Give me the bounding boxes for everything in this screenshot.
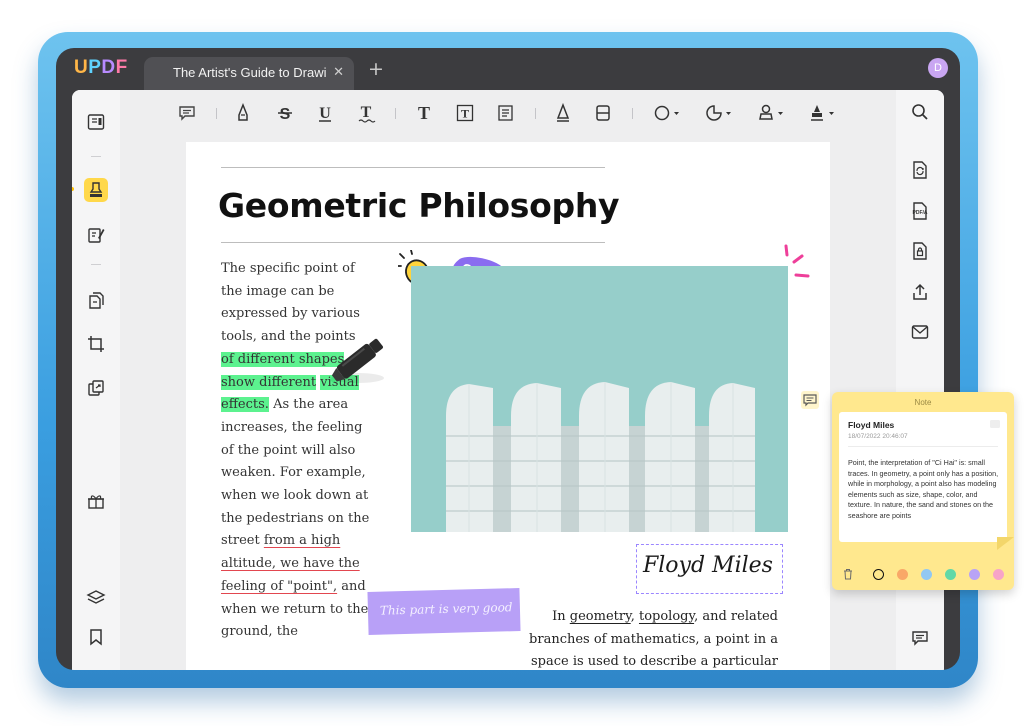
sidebar-divider bbox=[91, 264, 101, 265]
comment-icon[interactable] bbox=[176, 102, 198, 124]
text-callout-icon[interactable] bbox=[494, 102, 516, 124]
document-tab[interactable]: The Artist's Guide to Drawi ✕ bbox=[144, 57, 354, 90]
textbox-icon[interactable]: T bbox=[454, 102, 476, 124]
toolbar-separator bbox=[395, 108, 396, 119]
signature-icon[interactable] bbox=[807, 102, 837, 124]
heading-rule-bottom bbox=[221, 242, 605, 243]
text-icon[interactable]: T bbox=[413, 102, 435, 124]
edit-pdf-icon[interactable] bbox=[84, 223, 108, 247]
toolbar-separator bbox=[535, 108, 536, 119]
title-bar: UPDF The Artist's Guide to Drawi ✕ + D bbox=[56, 48, 960, 90]
pdf-page: Geometric Philosophy The specific point … bbox=[186, 142, 830, 670]
highlighter-marker-sticker[interactable] bbox=[322, 332, 394, 388]
area-icon[interactable] bbox=[704, 102, 734, 124]
toolbar-separator bbox=[216, 108, 217, 119]
paragraph-text: As the area increases, the feeling of th… bbox=[221, 397, 370, 549]
note-corner-fold bbox=[997, 537, 1014, 550]
highlighter-icon[interactable] bbox=[84, 178, 108, 202]
pencil-icon[interactable] bbox=[552, 102, 574, 124]
logo-letter: P bbox=[88, 57, 102, 78]
paragraph-text: , bbox=[630, 609, 639, 624]
logo-letter: F bbox=[115, 57, 128, 78]
squiggly-icon[interactable]: T bbox=[355, 102, 377, 124]
note-card[interactable]: Floyd Miles 18/07/2022 20:46:07 Point, t… bbox=[839, 412, 1014, 550]
new-tab-button[interactable]: + bbox=[368, 58, 384, 80]
note-date: 18/07/2022 20:46:07 bbox=[848, 433, 908, 440]
svg-text:T: T bbox=[361, 104, 372, 121]
stamp-icon[interactable] bbox=[756, 102, 786, 124]
heading-rule-top bbox=[221, 167, 605, 168]
layers-icon[interactable] bbox=[84, 586, 108, 610]
note-popup[interactable]: Note Floyd Miles 18/07/2022 20:46:07 Poi… bbox=[832, 392, 1014, 590]
pdfa-icon[interactable]: PDF/A bbox=[908, 199, 932, 223]
note-anchor-icon[interactable] bbox=[800, 390, 820, 410]
gift-icon[interactable] bbox=[84, 489, 108, 513]
tab-title: The Artist's Guide to Drawi bbox=[173, 65, 327, 80]
tab-close-button[interactable]: ✕ bbox=[333, 64, 344, 80]
emphasis-lines-icon bbox=[784, 244, 810, 278]
highlighted-text[interactable]: show different bbox=[221, 374, 317, 390]
note-divider bbox=[848, 446, 998, 447]
active-indicator bbox=[72, 187, 74, 191]
second-paragraph[interactable]: In geometry, topology, and related branc… bbox=[528, 606, 778, 670]
convert-icon[interactable] bbox=[84, 376, 108, 400]
note-color-swatch[interactable] bbox=[945, 569, 956, 580]
underlined-text[interactable]: geometry bbox=[570, 609, 631, 624]
trash-icon[interactable] bbox=[842, 568, 854, 580]
app-content: S U T T T Geometric Philosophy The speci… bbox=[72, 90, 944, 670]
signature-box[interactable]: Floyd Miles bbox=[636, 544, 783, 594]
svg-text:PDF/A: PDF/A bbox=[913, 210, 928, 216]
app-window: UPDF The Artist's Guide to Drawi ✕ + D S… bbox=[56, 48, 960, 670]
toolbar-separator bbox=[632, 108, 633, 119]
svg-text:T: T bbox=[461, 107, 469, 121]
search-icon[interactable] bbox=[908, 100, 932, 124]
underline-icon[interactable]: U bbox=[314, 102, 336, 124]
shape-icon[interactable] bbox=[652, 102, 682, 124]
note-color-swatch[interactable] bbox=[873, 569, 884, 580]
underlined-text[interactable]: topology bbox=[639, 609, 694, 624]
email-icon[interactable] bbox=[908, 320, 932, 344]
user-avatar[interactable]: D bbox=[928, 58, 948, 78]
body-paragraph[interactable]: The specific point of the image can be e… bbox=[221, 258, 371, 644]
bookmark-icon[interactable] bbox=[84, 625, 108, 649]
purple-text-note[interactable]: This part is very good bbox=[367, 588, 521, 635]
svg-text:U: U bbox=[319, 105, 331, 122]
logo-letter: D bbox=[101, 57, 116, 78]
share-icon[interactable] bbox=[908, 280, 932, 304]
note-color-swatch[interactable] bbox=[897, 569, 908, 580]
organize-pages-icon[interactable] bbox=[84, 289, 108, 313]
protect-icon[interactable] bbox=[908, 239, 932, 263]
note-body[interactable]: Point, the interpretation of "Ci Hai" is… bbox=[848, 458, 1000, 522]
building-photo[interactable] bbox=[411, 266, 788, 532]
paragraph-text: In bbox=[552, 609, 570, 624]
strikethrough-icon[interactable]: S bbox=[274, 102, 296, 124]
note-author: Floyd Miles bbox=[848, 420, 895, 430]
svg-text:T: T bbox=[418, 103, 430, 123]
eraser-icon[interactable] bbox=[592, 102, 614, 124]
highlight-icon[interactable] bbox=[232, 102, 254, 124]
note-color-swatch[interactable] bbox=[921, 569, 932, 580]
sidebar-divider bbox=[91, 156, 101, 157]
svg-text:S: S bbox=[280, 106, 291, 123]
left-sidebar bbox=[72, 90, 120, 670]
note-options-icon[interactable] bbox=[989, 419, 1001, 429]
reader-icon[interactable] bbox=[84, 110, 108, 134]
crop-icon[interactable] bbox=[84, 332, 108, 356]
logo-letter: U bbox=[74, 57, 89, 78]
note-color-swatch[interactable] bbox=[993, 569, 1004, 580]
page-title: Geometric Philosophy bbox=[218, 186, 620, 225]
comments-panel-icon[interactable] bbox=[908, 626, 932, 650]
note-color-swatch[interactable] bbox=[969, 569, 980, 580]
app-logo: UPDF bbox=[74, 57, 128, 79]
note-header: Note bbox=[914, 398, 932, 407]
signature-text: Floyd Miles bbox=[643, 553, 773, 578]
ocr-icon[interactable] bbox=[908, 158, 932, 182]
